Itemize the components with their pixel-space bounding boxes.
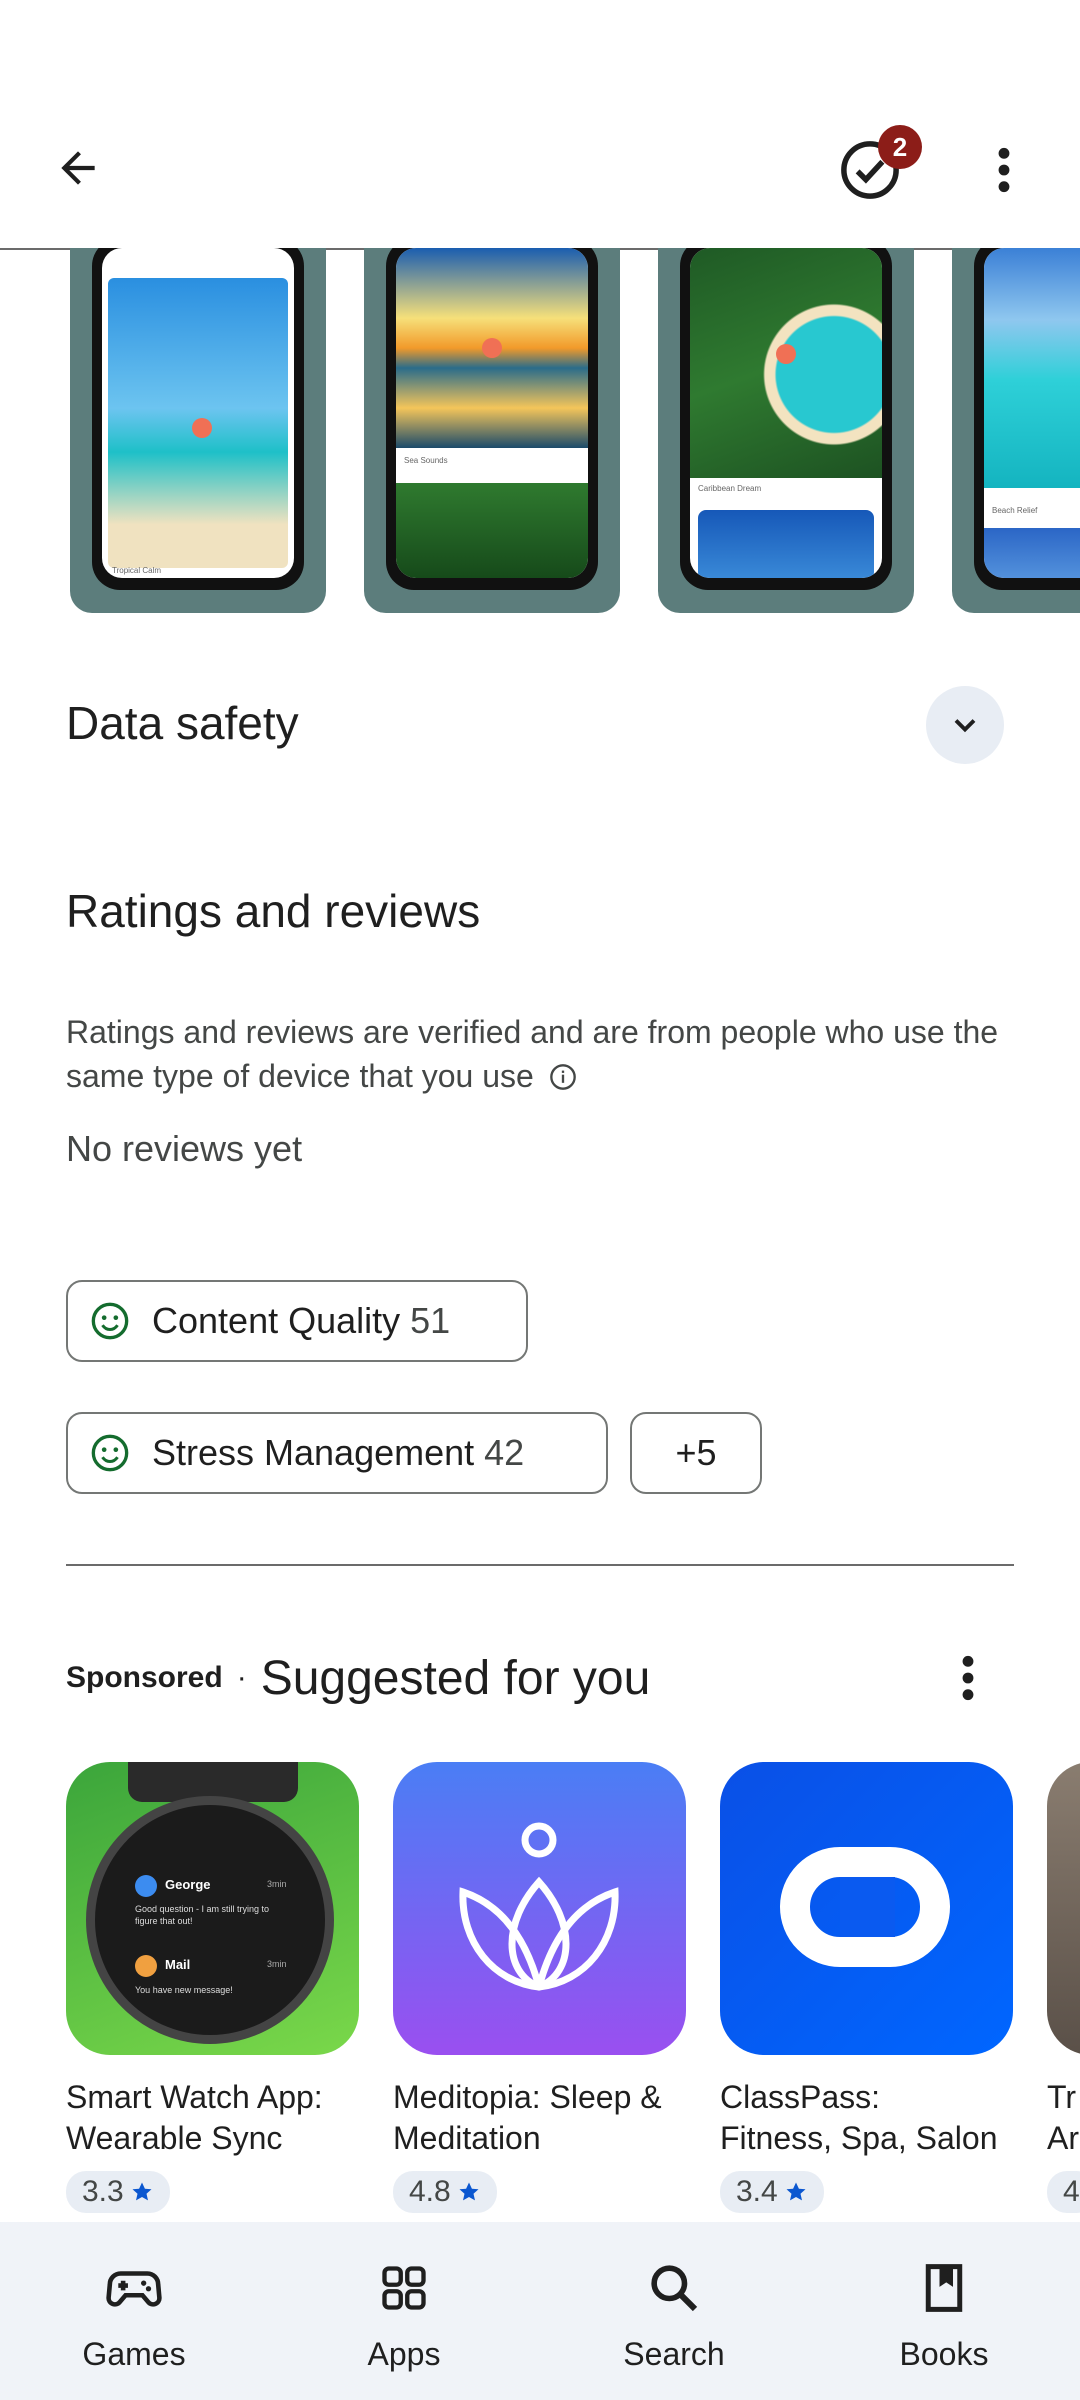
app-icon-meditopia [393, 1762, 686, 2055]
ratings-info-text: Ratings and reviews are verified and are… [66, 1014, 999, 1094]
nav-label: Apps [367, 2336, 441, 2372]
play-icon [192, 418, 212, 438]
suggested-app-card[interactable]: Meditopia: Sleep & Meditation 4.8 [393, 1762, 686, 2213]
more-options-button[interactable] [980, 130, 1028, 210]
section-divider [66, 1564, 1014, 1566]
nav-item-games[interactable]: Games [34, 2222, 234, 2400]
screenshot-caption: Sea Sounds [404, 456, 448, 465]
chip-label: Stress Management [152, 1432, 475, 1473]
bookmark-icon [925, 2264, 963, 2312]
suggested-app-card[interactable]: George 3min Good question - I am still t… [66, 1762, 359, 2213]
app-icon-classpass [720, 1762, 1013, 2055]
suggested-app-card[interactable]: Tr Ar 4 [1047, 1762, 1080, 2213]
chevron-down-icon [954, 719, 976, 733]
data-safety-title[interactable]: Data safety [66, 696, 299, 750]
separator-dot: · [236, 1661, 247, 1694]
screenshot-image [396, 483, 588, 578]
updates-badge: 2 [878, 125, 922, 169]
star-icon [459, 2182, 479, 2201]
chip-count: 42 [484, 1432, 525, 1473]
nav-item-apps[interactable]: Apps [304, 2222, 504, 2400]
nav-label: Games [82, 2336, 186, 2372]
screenshot-caption: Beach Relief [992, 506, 1038, 515]
lotus-icon [459, 1822, 619, 1991]
screenshot-thumbnail[interactable]: Beach Relief [952, 248, 1080, 613]
star-icon [786, 2182, 806, 2201]
app-rating: 4.8 [393, 2171, 497, 2213]
screenshot-image [108, 278, 288, 568]
info-icon[interactable] [549, 1063, 577, 1091]
gamepad-icon [106, 2271, 162, 2307]
screenshot-caption: Caribbean Dream [698, 484, 762, 493]
nav-label: Search [623, 2336, 725, 2372]
apps-grid-icon [382, 2266, 426, 2310]
app-title: ClassPass: Fitness, Spa, Salon [720, 2079, 998, 2156]
star-icon [132, 2182, 152, 2201]
no-reviews-text: No reviews yet [66, 1128, 303, 1169]
screenshot-image [984, 528, 1080, 578]
suggested-app-card[interactable]: ClassPass: Fitness, Spa, Salon 3.4 [720, 1762, 1013, 2213]
back-button[interactable] [40, 130, 116, 206]
chip-stress-management[interactable]: Stress Management 42 [66, 1412, 608, 1494]
app-rating: 3.4 [720, 2171, 824, 2213]
watch-face: George 3min Good question - I am still t… [86, 1796, 334, 2044]
app-title: Smart Watch App: Wearable Sync [66, 2079, 323, 2156]
smile-icon [91, 1302, 129, 1340]
screenshot-thumbnail[interactable]: Sea Sounds [364, 248, 620, 613]
nav-item-search[interactable]: Search [574, 2222, 774, 2400]
sponsored-label: Sponsored [66, 1661, 223, 1694]
app-icon-partial [1047, 1762, 1080, 2055]
app-rating: 4 [1047, 2171, 1080, 2213]
chip-more[interactable]: +5 [630, 1412, 762, 1494]
nav-item-books[interactable]: Books [844, 2222, 1044, 2400]
search-icon [651, 2265, 698, 2312]
app-title: Tr Ar [1047, 2079, 1079, 2156]
suggested-title: Suggested for you [260, 1651, 651, 1705]
screenshot-image [690, 248, 882, 478]
chip-content-quality[interactable]: Content Quality 51 [66, 1280, 528, 1362]
data-safety-expand-button[interactable] [926, 686, 1004, 764]
screenshot-image [984, 248, 1080, 488]
screenshot-thumbnail[interactable]: Tropical Calm [70, 248, 326, 613]
top-app-bar: 2 [0, 0, 1080, 250]
screenshot-carousel[interactable]: Tropical Calm Sea Sounds Caribbean Dream… [0, 248, 1080, 618]
arrow-left-icon [61, 151, 95, 185]
chip-label: Content Quality [152, 1300, 401, 1341]
screenshot-image [698, 510, 874, 578]
more-vert-icon [998, 147, 1010, 193]
suggested-more-button[interactable] [948, 1648, 988, 1708]
bottom-navigation: Games Apps Search Books [0, 2222, 1080, 2400]
app-title: Meditopia: Sleep & Meditation [393, 2079, 662, 2156]
app-icon-smart-watch: George 3min Good question - I am still t… [66, 1762, 359, 2055]
chip-count: 51 [410, 1300, 451, 1341]
play-icon [776, 344, 796, 364]
screenshot-caption: Tropical Calm [112, 566, 162, 575]
ratings-reviews-title: Ratings and reviews [66, 885, 481, 937]
classpass-logo-icon [780, 1847, 950, 1967]
app-rating: 3.3 [66, 2171, 170, 2213]
screenshot-thumbnail[interactable]: Caribbean Dream [658, 248, 914, 613]
suggested-header: Sponsored · Suggested for you [66, 1648, 650, 1708]
smile-icon [91, 1434, 129, 1472]
screenshot-image [396, 248, 588, 448]
play-icon [482, 338, 502, 358]
nav-label: Books [899, 2336, 989, 2372]
more-vert-icon [962, 1655, 974, 1701]
